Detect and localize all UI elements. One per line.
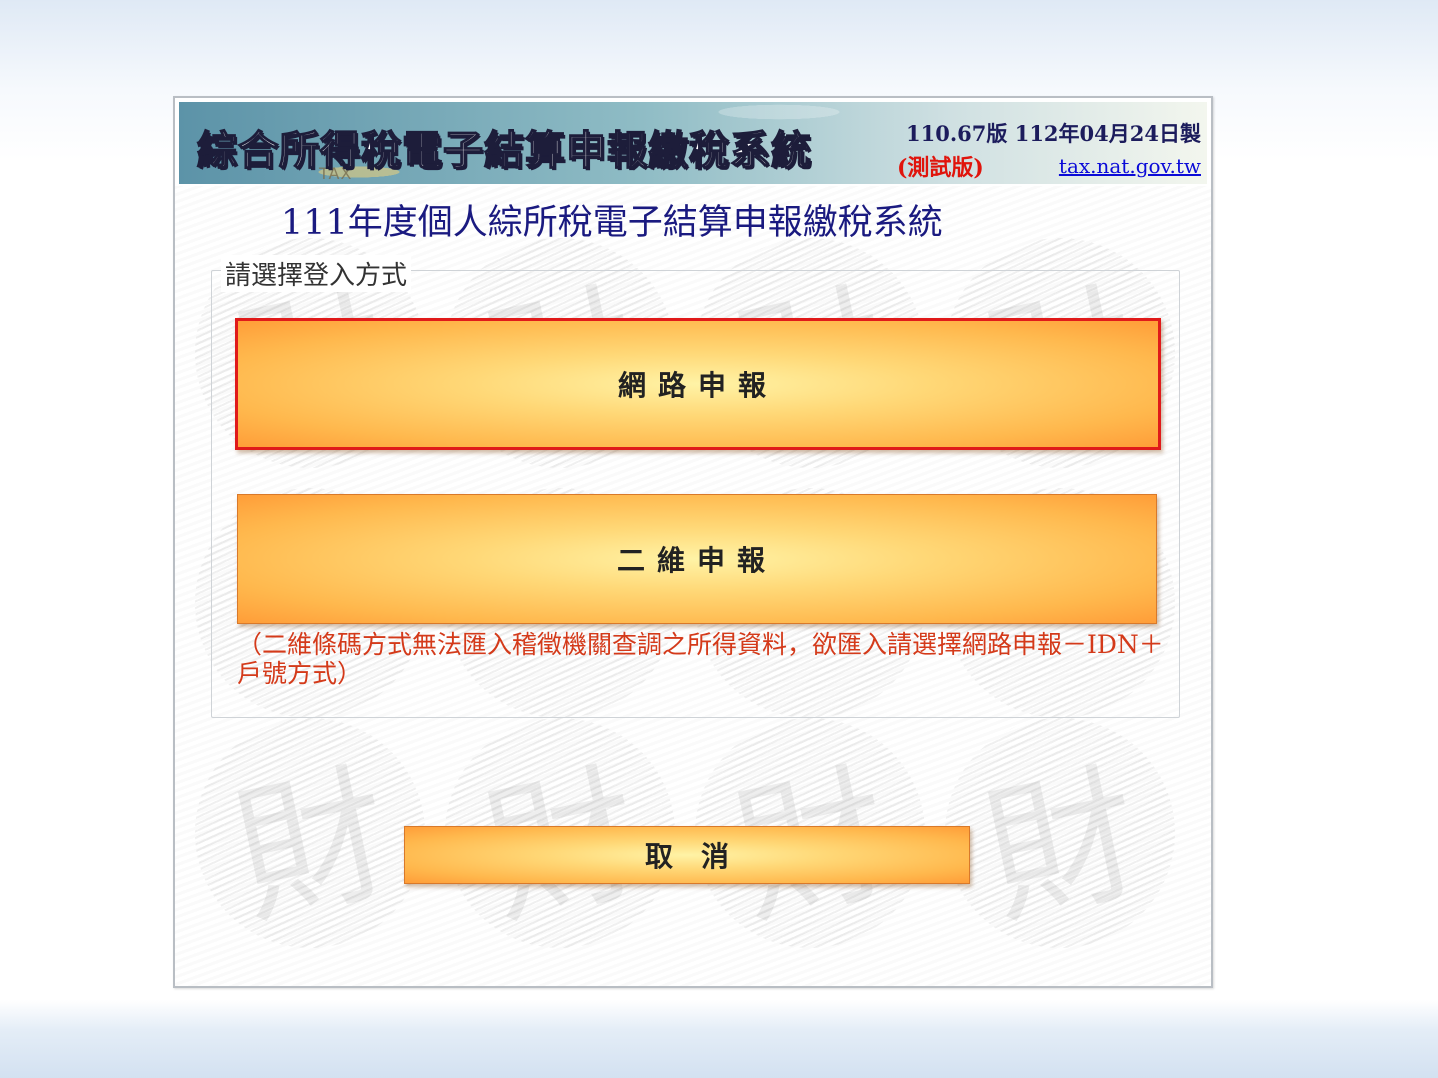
banner-title: 綜合所得稅電子結算申報繳稅系統 (196, 127, 812, 175)
qr-filing-note: （二維條碼方式無法匯入稽徵機關查調之所得資料，欲匯入請選擇網路申報－IDN＋戶號… (237, 630, 1164, 688)
version-info: 110.67版 112年04月24日製 (906, 121, 1201, 146)
test-version-label: (測試版) (897, 155, 984, 181)
network-filing-button[interactable]: 網路申報 (235, 318, 1161, 450)
qr-filing-button[interactable]: 二維申報 (237, 494, 1157, 624)
cancel-button[interactable]: 取 消 (404, 826, 970, 884)
login-method-legend: 請選擇登入方式 (221, 255, 412, 292)
header-banner: TAX 綜合所得稅電子結算申報繳稅系統 110.67版 112年04月24日製 … (179, 102, 1207, 184)
page-title: 111年度個人綜所稅電子結算申報繳稅系統 (281, 203, 943, 243)
website-link[interactable]: tax.nat.gov.tw (1059, 154, 1201, 178)
app-window: 財 財 財 財 財 財 財 財 TAX 綜合所得稅電子結算申報繳稅系統 110.… (173, 96, 1213, 988)
